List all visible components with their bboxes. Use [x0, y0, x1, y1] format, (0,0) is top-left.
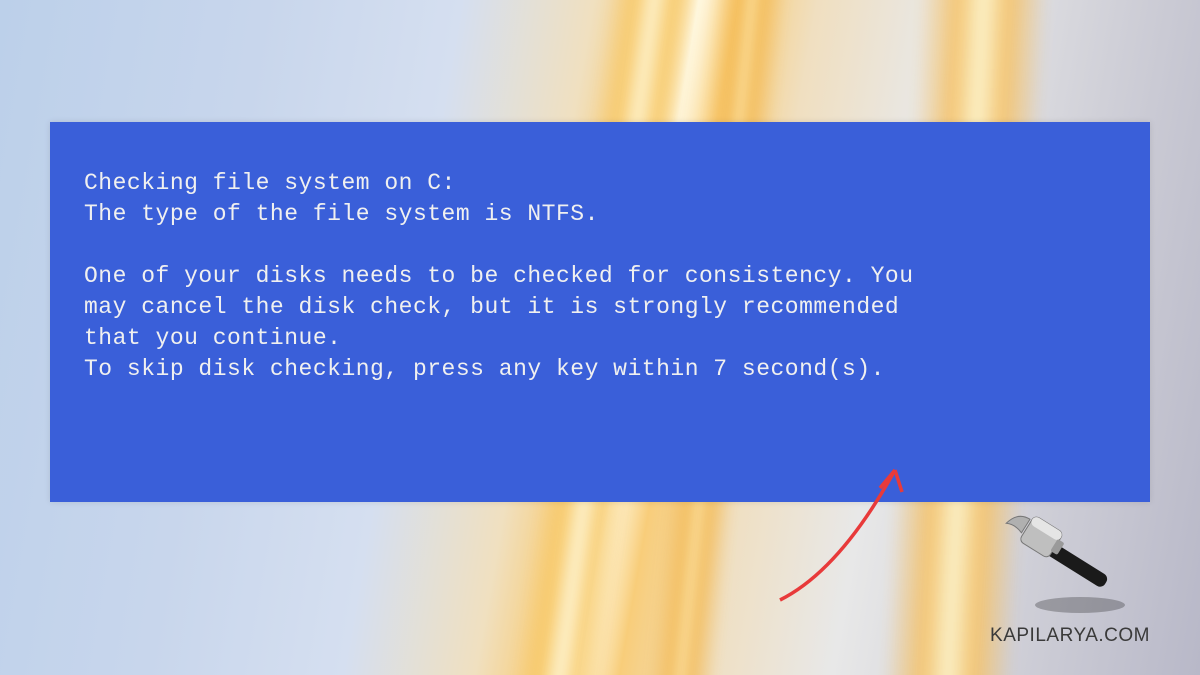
console-line: that you continue.	[84, 325, 341, 351]
console-line: Checking file system on C:	[84, 170, 456, 196]
console-line: One of your disks needs to be checked fo…	[84, 263, 914, 289]
hammer-icon	[990, 505, 1140, 615]
console-line: may cancel the disk check, but it is str…	[84, 294, 899, 320]
watermark-text: KAPILARYA.COM	[990, 625, 1150, 647]
chkdsk-console: Checking file system on C: The type of t…	[50, 122, 1150, 502]
console-line: The type of the file system is NTFS.	[84, 201, 599, 227]
console-line: To skip disk checking, press any key wit…	[84, 356, 885, 382]
